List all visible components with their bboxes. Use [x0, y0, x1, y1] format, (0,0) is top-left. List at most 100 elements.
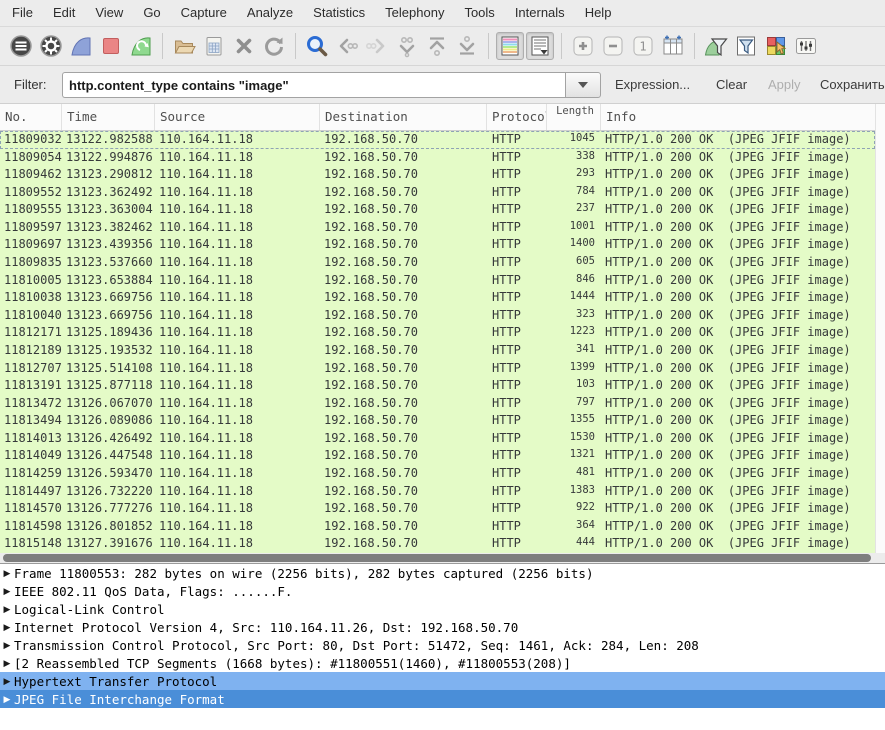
expression-button[interactable]: Expression... — [615, 77, 690, 92]
packet-row[interactable]: 11812189 13125.193532 110.164.11.18 192.168… — [0, 341, 875, 360]
packet-row[interactable]: 11814598 13126.801852 110.164.11.18 192.168… — [0, 517, 875, 536]
column-header-destination[interactable]: Destination — [320, 104, 487, 130]
column-header-info[interactable]: Info — [601, 104, 885, 130]
expander-icon[interactable]: ▶ — [0, 694, 14, 705]
expander-icon[interactable]: ▶ — [0, 622, 14, 633]
expander-icon[interactable]: ▶ — [0, 640, 14, 651]
apply-button[interactable]: Apply — [768, 77, 801, 92]
packet-row[interactable]: 11809597 13123.382462 110.164.11.18 192.168… — [0, 218, 875, 237]
colorize-icon[interactable] — [496, 32, 524, 60]
start-capture-icon[interactable] — [67, 32, 95, 60]
menu-telephony[interactable]: Telephony — [375, 0, 454, 26]
packet-row[interactable]: 11815148 13127.391676 110.164.11.18 192.168… — [0, 535, 875, 553]
expander-icon[interactable]: ▶ — [0, 568, 14, 579]
open-file-icon[interactable] — [170, 32, 198, 60]
restart-capture-icon[interactable] — [127, 32, 155, 60]
clear-button[interactable]: Clear — [716, 77, 747, 92]
cell-protocol: HTTP — [492, 325, 521, 340]
close-file-icon[interactable] — [230, 32, 258, 60]
packet-row[interactable]: 11809032 13122.982588 110.164.11.18 192.168… — [0, 131, 875, 149]
packet-row[interactable]: 11814013 13126.426492 110.164.11.18 192.168… — [0, 429, 875, 448]
menu-help[interactable]: Help — [575, 0, 622, 26]
detail-row-frame[interactable]: ▶ Frame 11800553: 282 bytes on wire (2256… — [0, 564, 885, 582]
cell-source: 110.164.11.18 — [159, 483, 253, 498]
interfaces-icon[interactable] — [7, 32, 35, 60]
coloring-rules-icon[interactable] — [762, 32, 790, 60]
menu-tools[interactable]: Tools — [454, 0, 504, 26]
go-to-top-icon[interactable] — [423, 32, 451, 60]
cell-info: HTTP/1.0 200 OK (JPEG JFIF image) — [605, 430, 851, 445]
expander-icon[interactable]: ▶ — [0, 586, 14, 597]
menu-go[interactable]: Go — [133, 0, 170, 26]
packet-row[interactable]: 11809697 13123.439356 110.164.11.18 192.168… — [0, 236, 875, 255]
reload-icon[interactable] — [260, 32, 288, 60]
capture-filters-icon[interactable] — [702, 32, 730, 60]
detail-row-jpeg[interactable]: ▶ JPEG File Interchange Format — [0, 690, 885, 708]
packet-row[interactable]: 11809835 13123.537660 110.164.11.18 192.168… — [0, 254, 875, 272]
zoom-out-icon[interactable] — [599, 32, 627, 60]
menu-view[interactable]: View — [85, 0, 133, 26]
detail-row-ieee-80211[interactable]: ▶ IEEE 802.11 QoS Data, Flags: ......F. — [0, 582, 885, 600]
packet-row[interactable]: 11812171 13125.189436 110.164.11.18 192.168… — [0, 324, 875, 342]
cell-info: HTTP/1.0 200 OK (JPEG JFIF image) — [605, 360, 851, 375]
menu-edit[interactable]: Edit — [43, 0, 85, 26]
packet-row[interactable]: 11809462 13123.290812 110.164.11.18 192.168… — [0, 166, 875, 184]
detail-row-reassembled-segments[interactable]: ▶ [2 Reassembled TCP Segments (1668 bytes… — [0, 654, 885, 672]
packet-row[interactable]: 11810038 13123.669756 110.164.11.18 192.168… — [0, 289, 875, 307]
packet-row[interactable]: 11809054 13122.994876 110.164.11.18 192.168… — [0, 148, 875, 167]
menu-internals[interactable]: Internals — [505, 0, 575, 26]
detail-row-llc[interactable]: ▶ Logical-Link Control — [0, 600, 885, 618]
auto-scroll-icon[interactable] — [526, 32, 554, 60]
column-header-time[interactable]: Time — [62, 104, 155, 130]
filter-label: Filter: — [14, 77, 47, 92]
zoom-100-icon[interactable]: 1 — [629, 32, 657, 60]
menu-analyze[interactable]: Analyze — [237, 0, 303, 26]
zoom-in-icon[interactable] — [569, 32, 597, 60]
packet-row[interactable]: 11809555 13123.363004 110.164.11.18 192.168… — [0, 201, 875, 219]
packet-row[interactable]: 11814570 13126.777276 110.164.11.18 192.168… — [0, 500, 875, 518]
display-filters-icon[interactable] — [732, 32, 760, 60]
packet-row[interactable]: 11814259 13126.593470 110.164.11.18 192.168… — [0, 464, 875, 483]
packet-row[interactable]: 11812707 13125.514108 110.164.11.18 192.168… — [0, 359, 875, 378]
packet-row[interactable]: 11810005 13123.653884 110.164.11.18 192.168… — [0, 271, 875, 290]
capture-options-icon[interactable] — [37, 32, 65, 60]
menu-statistics[interactable]: Statistics — [303, 0, 375, 26]
column-header-no[interactable]: No. — [0, 104, 62, 130]
go-back-icon[interactable] — [333, 32, 361, 60]
preferences-icon[interactable] — [792, 32, 820, 60]
packet-row[interactable]: 11813191 13125.877118 110.164.11.18 192.168… — [0, 377, 875, 395]
expander-icon[interactable]: ▶ — [0, 676, 14, 687]
resize-columns-icon[interactable] — [659, 32, 687, 60]
cell-info: HTTP/1.0 200 OK (JPEG JFIF image) — [605, 518, 851, 533]
save-file-icon[interactable] — [200, 32, 228, 60]
go-to-packet-icon[interactable] — [393, 32, 421, 60]
column-header-protocol[interactable]: Protocol — [487, 104, 547, 130]
go-to-bottom-icon[interactable] — [453, 32, 481, 60]
column-header-source[interactable]: Source — [155, 104, 320, 130]
save-filter-button[interactable]: Сохранить — [820, 77, 885, 92]
packet-row[interactable]: 11813472 13126.067070 110.164.11.18 192.168… — [0, 394, 875, 413]
go-forward-icon[interactable] — [363, 32, 391, 60]
detail-row-tcp[interactable]: ▶ Transmission Control Protocol, Src Port… — [0, 636, 885, 654]
packet-row[interactable]: 11810040 13123.669756 110.164.11.18 192.168… — [0, 306, 875, 325]
find-packet-icon[interactable] — [303, 32, 331, 60]
menu-capture[interactable]: Capture — [171, 0, 237, 26]
vertical-scrollbar[interactable] — [875, 104, 885, 553]
expander-icon[interactable]: ▶ — [0, 604, 14, 615]
column-header-length[interactable]: Length — [547, 104, 601, 130]
expander-icon[interactable]: ▶ — [0, 658, 14, 669]
packet-row[interactable]: 11814049 13126.447548 110.164.11.18 192.168… — [0, 447, 875, 465]
cell-protocol: HTTP — [492, 413, 521, 428]
packet-row[interactable]: 11813494 13126.089086 110.164.11.18 192.168… — [0, 412, 875, 430]
stop-capture-icon[interactable] — [97, 32, 125, 60]
packet-row[interactable]: 11814497 13126.732220 110.164.11.18 192.168… — [0, 482, 875, 501]
detail-row-http[interactable]: ▶ Hypertext Transfer Protocol — [0, 672, 885, 690]
filter-dropdown-button[interactable] — [565, 72, 601, 98]
menu-file[interactable]: File — [2, 0, 43, 26]
cell-source: 110.164.11.18 — [159, 202, 253, 217]
horizontal-scrollbar-thumb[interactable] — [3, 554, 871, 562]
packet-row[interactable]: 11809552 13123.362492 110.164.11.18 192.168… — [0, 183, 875, 202]
filter-input[interactable] — [62, 72, 565, 98]
detail-row-ip[interactable]: ▶ Internet Protocol Version 4, Src: 110.1… — [0, 618, 885, 636]
cell-destination: 192.168.50.70 — [324, 132, 418, 146]
